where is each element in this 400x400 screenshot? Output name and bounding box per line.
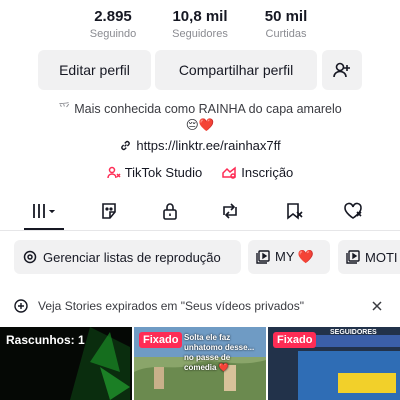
- pinned-badge: Fixado: [139, 332, 183, 348]
- drafts-label: Rascunhos: 1: [6, 333, 85, 347]
- tiktok-studio-button[interactable]: TikTok Studio: [106, 165, 203, 180]
- following-count: 2.895: [94, 8, 132, 25]
- playlists-row: Gerenciar listas de reprodução MY ❤️ MOT…: [0, 240, 400, 274]
- pinned-badge: Fixado: [273, 332, 317, 348]
- tab-videos[interactable]: [31, 200, 61, 222]
- close-icon[interactable]: [372, 301, 382, 311]
- subscription-icon: [222, 165, 237, 179]
- following-stat[interactable]: 2.895 Seguindo: [68, 8, 158, 42]
- sticker-icon: [102, 203, 116, 219]
- bio-line-2: 😔❤️: [185, 118, 215, 132]
- manage-playlists-label: Gerenciar listas de reprodução: [43, 249, 221, 265]
- playlist-item[interactable]: MY ❤️: [248, 240, 330, 274]
- following-label: Seguindo: [89, 28, 137, 40]
- playlist-item[interactable]: MOTI: [338, 240, 400, 274]
- pinned-video-thumbnail[interactable]: Fixado Solta ele faz unhatomo desse... n…: [134, 327, 266, 400]
- gear-icon: [23, 250, 37, 264]
- tab-liked[interactable]: [340, 200, 366, 222]
- person-plus-icon: [333, 62, 350, 78]
- profile-link[interactable]: https://linktr.ee/rainhax7ff: [0, 138, 400, 153]
- heart-hidden-icon: [344, 202, 362, 219]
- subscription-button[interactable]: Inscrição: [222, 165, 293, 180]
- grid-icon: [33, 204, 55, 218]
- bio-line-1: ⺤ Mais conhecida como RAINHA do capa ama…: [0, 101, 400, 117]
- likes-label: Curtidas: [265, 28, 307, 40]
- playlist-icon: [346, 250, 360, 264]
- tabs-divider: [0, 230, 400, 231]
- video-caption: Solta ele faz unhatomo desse... no passe…: [184, 333, 255, 372]
- creator-tools: TikTok Studio Inscrição: [0, 165, 400, 180]
- video-caption: SEGUIDORES: [330, 329, 377, 336]
- tiktok-studio-label: TikTok Studio: [124, 165, 203, 180]
- link-text: https://linktr.ee/rainhax7ff: [136, 138, 281, 153]
- bookmark-hidden-icon: [287, 203, 303, 220]
- playlist-icon: [256, 250, 270, 264]
- tab-reposts[interactable]: [217, 200, 243, 222]
- add-friend-button[interactable]: [322, 50, 362, 90]
- lock-icon: [163, 203, 177, 220]
- share-profile-button[interactable]: Compartilhar perfil: [155, 50, 317, 90]
- add-story-icon: [14, 299, 28, 313]
- playlist-label: MY ❤️: [275, 249, 315, 264]
- repost-icon: [223, 203, 237, 219]
- followers-label: Seguidores: [172, 28, 228, 40]
- tab-private[interactable]: [157, 200, 183, 222]
- manage-playlists-button[interactable]: Gerenciar listas de reprodução: [14, 240, 241, 274]
- drafts-thumbnail[interactable]: Rascunhos: 1: [0, 327, 132, 400]
- profile-tabs: [0, 196, 400, 228]
- studio-icon: [106, 166, 121, 178]
- tab-saved[interactable]: [281, 200, 307, 222]
- likes-count: 50 mil: [264, 8, 308, 25]
- followers-stat[interactable]: 10,8 mil Seguidores: [155, 8, 245, 42]
- likes-stat[interactable]: 50 mil Curtidas: [241, 8, 331, 42]
- playlist-label: MOTI: [365, 249, 398, 265]
- profile-stats: 2.895 Seguindo 10,8 mil Seguidores 50 mi…: [0, 8, 400, 44]
- stories-banner-text: Veja Stories expirados em "Seus vídeos p…: [38, 299, 304, 313]
- followers-count: 10,8 mil: [172, 8, 228, 25]
- pinned-video-thumbnail[interactable]: Fixado SEGUIDORES: [268, 327, 400, 400]
- link-icon: [121, 140, 131, 151]
- tab-stickers[interactable]: [96, 200, 122, 222]
- bio-text: Mais conhecida como RAINHA do capa amare…: [74, 102, 342, 116]
- expired-stories-banner[interactable]: Veja Stories expirados em "Seus vídeos p…: [0, 296, 400, 316]
- sparkle-icon: ⺤: [58, 102, 71, 116]
- edit-profile-button[interactable]: Editar perfil: [38, 50, 151, 90]
- subscription-label: Inscrição: [241, 165, 294, 180]
